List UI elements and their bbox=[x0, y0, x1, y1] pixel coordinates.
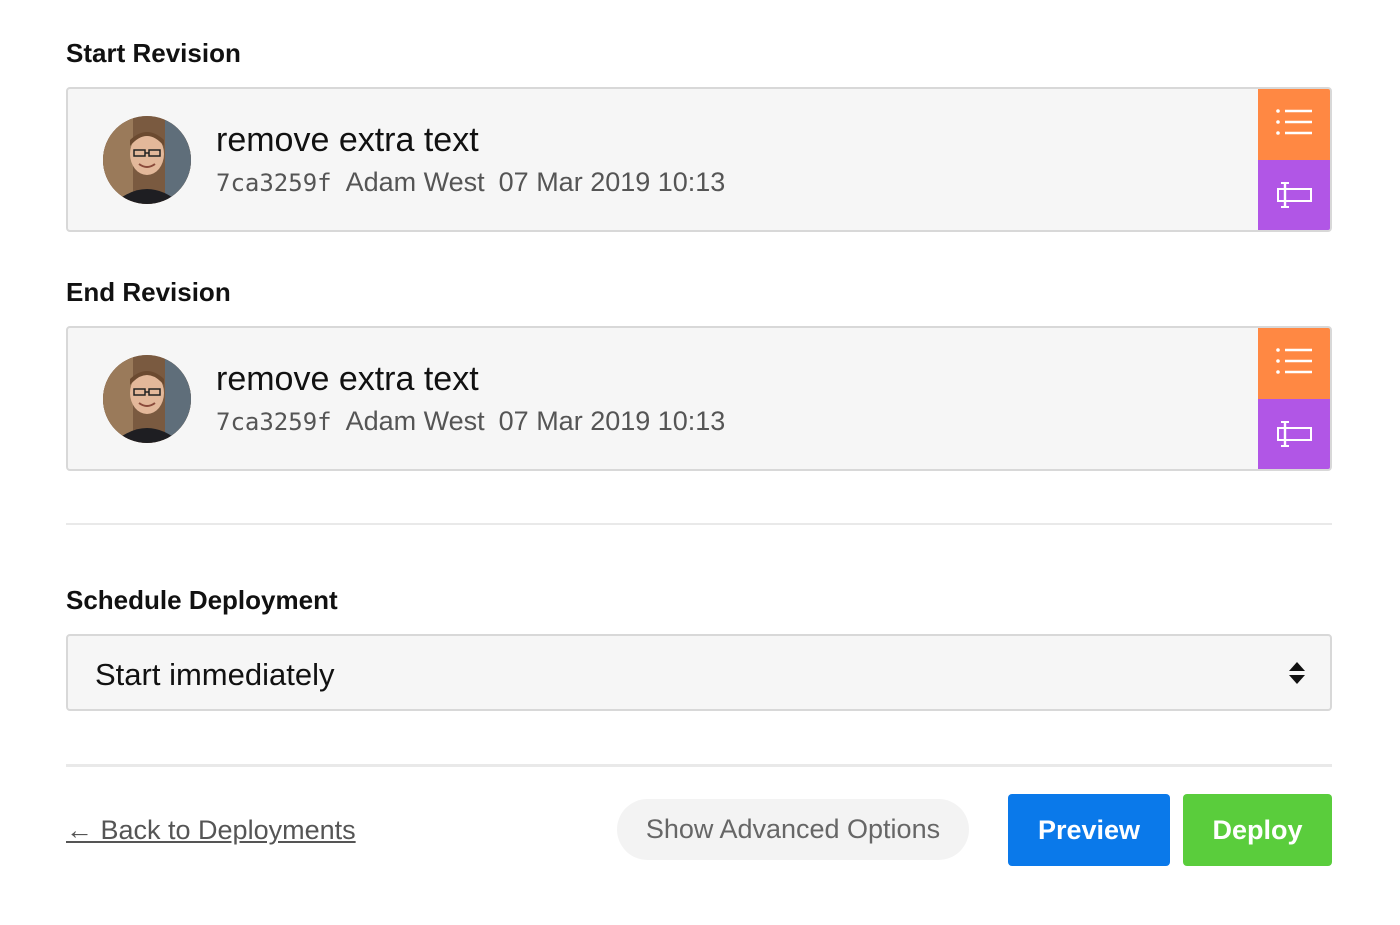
revision-actions bbox=[1258, 89, 1330, 230]
revision-select-button[interactable] bbox=[1258, 399, 1330, 469]
preview-button[interactable]: Preview bbox=[1008, 794, 1170, 866]
schedule-selected-value: Start immediately bbox=[95, 657, 335, 692]
branch-select-icon bbox=[1275, 181, 1313, 214]
commit-meta: 7ca3259f Adam West 07 Mar 2019 10:13 bbox=[216, 167, 725, 198]
list-icon bbox=[1275, 346, 1313, 381]
footer-divider bbox=[66, 764, 1332, 767]
branch-select-icon bbox=[1275, 420, 1313, 453]
commit-author: Adam West bbox=[345, 406, 485, 436]
commit-date: 07 Mar 2019 10:13 bbox=[498, 406, 726, 436]
commit-hash: 7ca3259f bbox=[216, 169, 332, 197]
schedule-select[interactable]: Start immediately bbox=[66, 634, 1332, 711]
start-revision-label: Start Revision bbox=[66, 38, 241, 68]
commit-meta: 7ca3259f Adam West 07 Mar 2019 10:13 bbox=[216, 406, 725, 437]
end-revision-label: End Revision bbox=[66, 277, 231, 307]
list-icon bbox=[1275, 107, 1313, 142]
commit-date: 07 Mar 2019 10:13 bbox=[498, 167, 726, 197]
avatar bbox=[103, 116, 191, 204]
revision-list-button[interactable] bbox=[1258, 89, 1330, 160]
commit-author: Adam West bbox=[345, 167, 485, 197]
revision-actions bbox=[1258, 328, 1330, 469]
commit-hash: 7ca3259f bbox=[216, 408, 332, 436]
back-to-deployments-link[interactable]: ← Back to Deployments bbox=[66, 815, 356, 846]
start-revision-card[interactable]: remove extra text 7ca3259f Adam West 07 Ma… bbox=[66, 87, 1332, 232]
schedule-label: Schedule Deployment bbox=[66, 585, 338, 615]
commit-message: remove extra text bbox=[216, 360, 479, 398]
revision-list-button[interactable] bbox=[1258, 328, 1330, 399]
deploy-button[interactable]: Deploy bbox=[1183, 794, 1332, 866]
avatar bbox=[103, 355, 191, 443]
select-arrows-icon bbox=[1288, 660, 1306, 691]
commit-message: remove extra text bbox=[216, 121, 479, 159]
revision-select-button[interactable] bbox=[1258, 160, 1330, 230]
section-divider bbox=[66, 523, 1332, 525]
end-revision-card[interactable]: remove extra text 7ca3259f Adam West 07 Ma… bbox=[66, 326, 1332, 471]
show-advanced-options-button[interactable]: Show Advanced Options bbox=[617, 799, 969, 860]
